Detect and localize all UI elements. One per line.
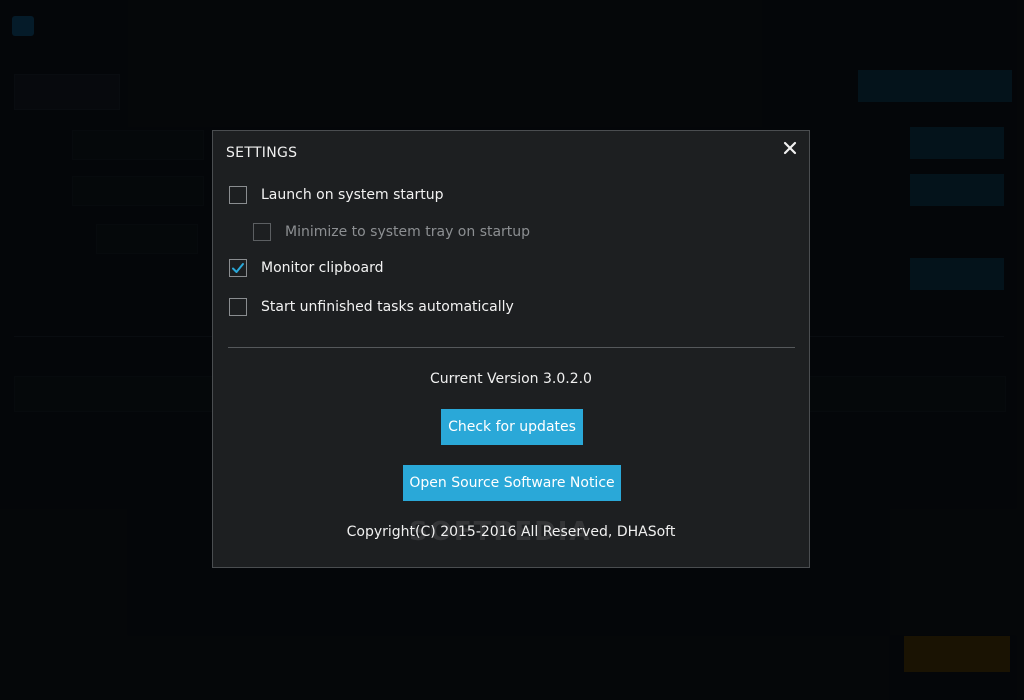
start-unfinished-label: Start unfinished tasks automatically — [261, 299, 514, 315]
divider — [228, 347, 795, 348]
close-icon — [783, 141, 797, 155]
settings-dialog: SETTINGS Launch on system startup Minimi… — [212, 130, 810, 568]
launch-startup-label: Launch on system startup — [261, 187, 444, 203]
copyright-text: Copyright(C) 2015-2016 All Reserved, DHA… — [346, 524, 676, 540]
minimize-tray-checkbox[interactable] — [253, 223, 271, 241]
launch-startup-option[interactable]: Launch on system startup — [229, 186, 443, 204]
minimize-tray-label: Minimize to system tray on startup — [285, 224, 531, 240]
dialog-title: SETTINGS — [226, 145, 298, 161]
minimize-tray-option[interactable]: Minimize to system tray on startup — [253, 223, 530, 241]
close-button[interactable] — [779, 137, 801, 159]
launch-startup-checkbox[interactable] — [229, 186, 247, 204]
start-unfinished-checkbox[interactable] — [229, 298, 247, 316]
start-unfinished-option[interactable]: Start unfinished tasks automatically — [229, 298, 514, 316]
monitor-clipboard-checkbox[interactable] — [229, 259, 247, 277]
check-updates-button[interactable]: Check for updates — [441, 409, 583, 445]
version-text: Current Version 3.0.2.0 — [430, 371, 592, 387]
checkmark-icon — [232, 263, 244, 273]
monitor-clipboard-label: Monitor clipboard — [261, 260, 384, 276]
monitor-clipboard-option[interactable]: Monitor clipboard — [229, 259, 383, 277]
open-source-notice-button[interactable]: Open Source Software Notice — [403, 465, 621, 501]
